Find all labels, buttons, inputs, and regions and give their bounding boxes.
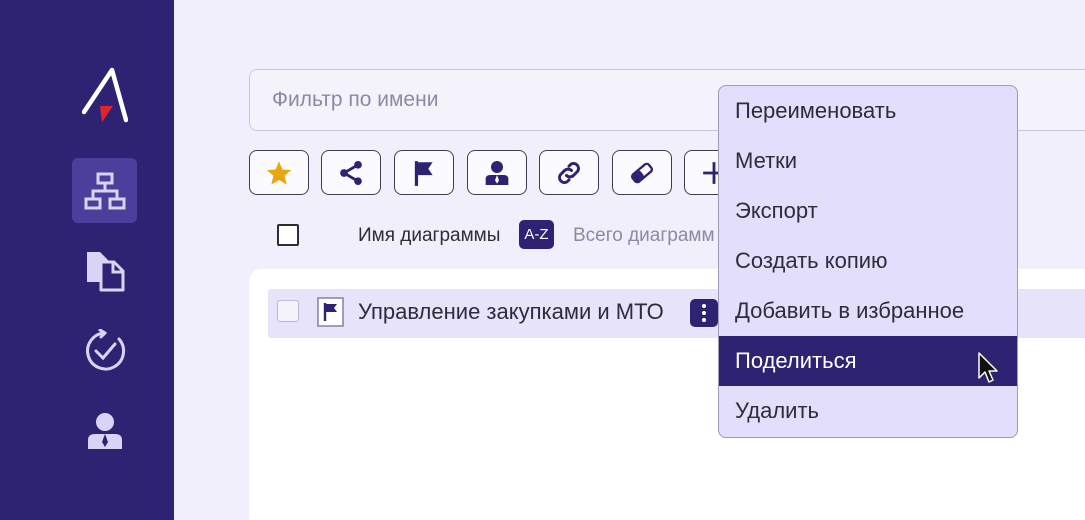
menu-item-favorite[interactable]: Добавить в избранное: [719, 286, 1017, 336]
sidebar: [0, 0, 174, 520]
link-button[interactable]: [539, 150, 599, 195]
row-checkbox[interactable]: [277, 300, 299, 322]
org-chart-icon: [84, 172, 125, 209]
link-icon: [558, 161, 580, 184]
kebab-dot: [702, 318, 706, 322]
select-all-checkbox[interactable]: [277, 224, 299, 246]
sort-badge[interactable]: A-Z: [519, 220, 554, 249]
sidebar-item-tasks[interactable]: [72, 318, 137, 383]
user-icon: [485, 160, 509, 185]
kebab-dot: [702, 311, 706, 315]
documents-icon: [86, 251, 124, 291]
sidebar-item-users[interactable]: [72, 398, 137, 463]
sidebar-item-diagrams[interactable]: [72, 158, 137, 223]
sidebar-item-documents[interactable]: [72, 238, 137, 303]
diagram-name[interactable]: Управление закупками и МТО: [358, 299, 664, 325]
flag-button[interactable]: [394, 150, 454, 195]
owner-button[interactable]: [467, 150, 527, 195]
menu-item-copy[interactable]: Создать копию: [719, 236, 1017, 286]
menu-item-export[interactable]: Экспорт: [719, 186, 1017, 236]
column-name-header[interactable]: Имя диаграммы: [358, 225, 500, 247]
user-icon: [87, 412, 122, 449]
star-icon: [266, 160, 292, 185]
flag-icon: [414, 160, 433, 186]
menu-item-delete[interactable]: Удалить: [719, 386, 1017, 436]
more-options-button[interactable]: [690, 299, 718, 327]
share-button[interactable]: [321, 150, 381, 195]
menu-item-rename[interactable]: Переименовать: [719, 86, 1017, 136]
kebab-dot: [702, 304, 706, 308]
mouse-cursor-icon: [978, 352, 998, 383]
share-icon: [340, 160, 362, 185]
menu-item-share[interactable]: Поделиться: [719, 336, 1017, 386]
check-circle-icon: [85, 328, 125, 370]
total-count-label: Всего диаграмм: [573, 225, 715, 246]
diagram-flag-icon: [317, 297, 344, 327]
context-menu: Переименовать Метки Экспорт Создать копи…: [718, 85, 1018, 438]
favorites-button[interactable]: [249, 150, 309, 195]
menu-item-tags[interactable]: Метки: [719, 136, 1017, 186]
eraser-icon: [630, 162, 654, 183]
clear-button[interactable]: [612, 150, 672, 195]
app-logo[interactable]: [82, 66, 128, 124]
